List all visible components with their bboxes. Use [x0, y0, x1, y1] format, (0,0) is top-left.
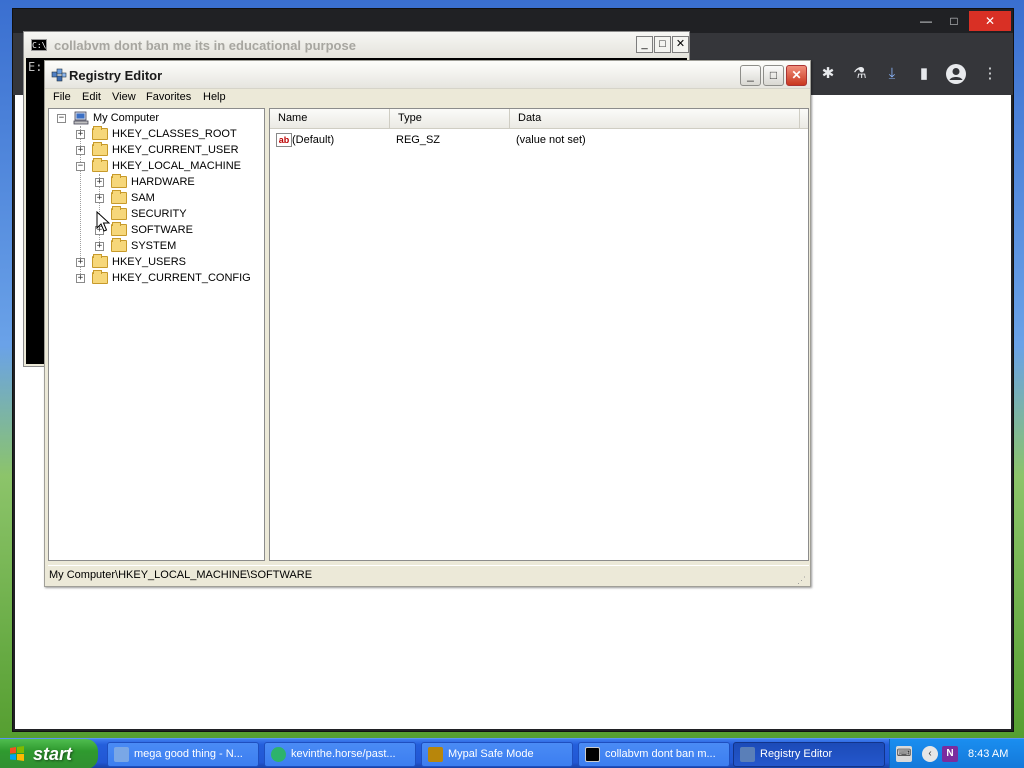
console-icon — [585, 747, 600, 762]
tree-label: HKEY_CLASSES_ROOT — [112, 128, 237, 140]
expand-toggle-icon[interactable]: + — [95, 194, 104, 203]
taskbar-item-notepad[interactable]: mega good thing - N... — [107, 742, 259, 767]
console-minimize-button[interactable]: _ — [636, 36, 653, 53]
onenote-icon[interactable]: N — [942, 746, 958, 762]
browser-icon — [271, 747, 286, 762]
system-tray: ⌨ ‹ N 8:43 AM — [889, 739, 1024, 768]
tree-label: HARDWARE — [131, 176, 195, 188]
tree-label: SYSTEM — [131, 240, 177, 252]
status-bar: My Computer\HKEY_LOCAL_MACHINE\SOFTWARE … — [48, 565, 809, 585]
taskbar: start mega good thing - N... kevinthe.ho… — [0, 738, 1024, 768]
menu-file[interactable]: File — [53, 91, 71, 103]
column-header-type[interactable]: Type — [390, 109, 510, 128]
tree-label: SAM — [131, 192, 155, 204]
menu-edit[interactable]: Edit — [82, 91, 101, 103]
menu-view[interactable]: View — [112, 91, 136, 103]
keyboard-icon[interactable]: ⌨ — [896, 746, 912, 762]
folder-open-icon — [92, 158, 108, 172]
extensions-icon[interactable]: ✱ — [817, 63, 839, 85]
value-name: (Default) — [292, 134, 335, 146]
mypal-icon — [428, 747, 443, 762]
chrome-menu-icon[interactable]: ⋮ — [979, 63, 1001, 85]
console-titlebar[interactable]: C:\ collabvm dont ban me its in educatio… — [24, 32, 689, 58]
start-label: start — [33, 744, 73, 764]
tree-label: SECURITY — [131, 208, 187, 220]
value-data: (value not set) — [516, 134, 586, 146]
back-icon[interactable]: ‹ — [922, 746, 938, 762]
expand-toggle-icon[interactable]: + — [76, 258, 85, 267]
windows-logo-icon — [10, 746, 24, 761]
registry-editor-window: Registry Editor _ □ ✕ File Edit View Fav… — [44, 60, 811, 587]
computer-icon — [73, 111, 89, 125]
profile-avatar-icon[interactable] — [945, 63, 967, 85]
task-label: Mypal Safe Mode — [448, 748, 534, 760]
expand-toggle-icon[interactable]: + — [76, 146, 85, 155]
folder-icon — [111, 190, 127, 204]
tree-label: SOFTWARE — [131, 224, 193, 236]
tree-label: My Computer — [93, 112, 160, 124]
list-row[interactable]: ab (Default) REG_SZ (value not set) — [270, 131, 800, 149]
console-title: collabvm dont ban me its in educational … — [54, 38, 356, 53]
expand-toggle-icon[interactable]: + — [95, 242, 104, 251]
chrome-close-button[interactable]: ✕ — [969, 11, 1011, 31]
console-prompt: E: — [28, 60, 43, 74]
folder-icon — [111, 238, 127, 252]
chrome-minimize-button[interactable]: — — [911, 11, 941, 31]
registry-values-list[interactable]: Name Type Data ab (Default) REG_SZ (valu… — [269, 108, 809, 561]
regedit-icon — [740, 747, 755, 762]
clock: 8:43 AM — [968, 748, 1009, 760]
task-label: Registry Editor — [760, 748, 833, 760]
folder-icon — [92, 270, 108, 284]
expand-toggle-icon[interactable]: + — [76, 274, 85, 283]
folder-icon — [92, 254, 108, 268]
regedit-maximize-button[interactable]: □ — [763, 65, 784, 86]
folder-icon — [111, 206, 127, 220]
taskbar-item-mypal[interactable]: Mypal Safe Mode — [421, 742, 573, 767]
regedit-minimize-button[interactable]: _ — [740, 65, 761, 86]
side-panel-icon[interactable]: ▮ — [913, 63, 935, 85]
taskbar-item-console[interactable]: collabvm dont ban m... — [578, 742, 730, 767]
expand-toggle-icon[interactable]: + — [76, 130, 85, 139]
notepad-icon — [114, 747, 129, 762]
chrome-titlebar: — □ ✕ — [13, 9, 1013, 33]
tree-label: HKEY_LOCAL_MACHINE — [112, 160, 241, 172]
tree-label: HKEY_CURRENT_USER — [112, 144, 239, 156]
regedit-title: Registry Editor — [69, 68, 163, 83]
registry-tree[interactable]: − My Computer + HKEY_CLASSES_ROOT + HKEY… — [48, 108, 265, 561]
regedit-close-button[interactable]: ✕ — [786, 65, 807, 86]
taskbar-item-registry-editor[interactable]: Registry Editor — [733, 742, 885, 767]
mouse-cursor-icon — [96, 211, 110, 232]
console-icon: C:\ — [31, 39, 47, 51]
tree-label: HKEY_CURRENT_CONFIG — [112, 272, 251, 284]
tree-label: HKEY_USERS — [112, 256, 186, 268]
collapse-toggle-icon[interactable]: − — [76, 162, 85, 171]
value-type: REG_SZ — [396, 134, 441, 146]
expand-toggle-icon[interactable]: + — [95, 178, 104, 187]
start-button[interactable]: start — [0, 739, 98, 768]
task-label: kevinthe.horse/past... — [291, 748, 396, 760]
labs-flask-icon[interactable]: ⚗ — [849, 63, 871, 85]
regedit-icon — [51, 68, 67, 82]
folder-icon — [92, 142, 108, 156]
column-header-data[interactable]: Data — [510, 109, 800, 128]
task-label: collabvm dont ban m... — [605, 748, 716, 760]
regedit-titlebar[interactable]: Registry Editor _ □ ✕ — [45, 61, 810, 89]
list-header: Name Type Data — [270, 109, 808, 129]
resize-grip-icon[interactable]: ⋰ — [797, 571, 807, 585]
console-close-button[interactable]: ✕ — [672, 36, 689, 53]
folder-icon — [92, 126, 108, 140]
task-label: mega good thing - N... — [134, 748, 243, 760]
download-icon[interactable]: ⤓ — [881, 63, 903, 85]
folder-icon — [111, 174, 127, 188]
string-value-icon: ab — [276, 133, 292, 147]
collapse-toggle-icon[interactable]: − — [57, 114, 66, 123]
folder-icon — [111, 222, 127, 236]
menu-help[interactable]: Help — [203, 91, 226, 103]
taskbar-item-browser[interactable]: kevinthe.horse/past... — [264, 742, 416, 767]
menu-favorites[interactable]: Favorites — [146, 91, 191, 103]
column-header-name[interactable]: Name — [270, 109, 390, 128]
chrome-maximize-button[interactable]: □ — [939, 11, 969, 31]
status-path: My Computer\HKEY_LOCAL_MACHINE\SOFTWARE — [49, 569, 313, 581]
console-maximize-button[interactable]: □ — [654, 36, 671, 53]
